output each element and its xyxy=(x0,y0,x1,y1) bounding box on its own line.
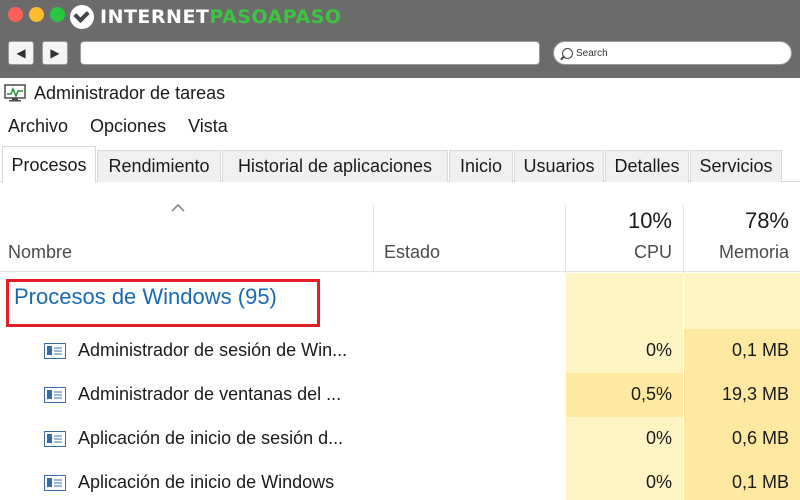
browser-chrome: INTERNETPASOAPASO ◀ ▶ xyxy=(0,0,800,78)
close-window-icon[interactable] xyxy=(8,7,23,22)
forward-button[interactable]: ▶ xyxy=(42,41,68,65)
brand-word-white: INTERNET xyxy=(100,6,210,28)
tab-detalles[interactable]: Detalles xyxy=(605,150,689,182)
table-row[interactable]: Administrador de ventanas del ... 0,5% 1… xyxy=(0,373,800,417)
column-header-cpu[interactable]: CPU xyxy=(566,242,672,263)
tab-historial[interactable]: Historial de aplicaciones xyxy=(222,150,448,182)
menu-bar: Archivo Opciones Vista xyxy=(0,113,242,139)
process-memory: 0,1 MB xyxy=(731,340,789,360)
process-cpu: 0% xyxy=(645,472,672,492)
process-window-icon xyxy=(44,475,66,491)
process-cpu: 0% xyxy=(645,428,672,448)
search-input[interactable] xyxy=(576,47,766,59)
check-logo-icon xyxy=(70,5,94,29)
browser-search-box[interactable] xyxy=(553,41,792,65)
sort-ascending-icon[interactable] xyxy=(170,203,186,213)
address-bar[interactable] xyxy=(80,41,540,65)
process-window-icon xyxy=(44,387,66,403)
tab-procesos[interactable]: Procesos xyxy=(2,146,96,183)
window-title: Administrador de tareas xyxy=(34,82,226,103)
browser-titlebar: INTERNETPASOAPASO xyxy=(0,0,800,34)
browser-navbar: ◀ ▶ xyxy=(0,36,800,70)
maximize-window-icon[interactable] xyxy=(50,7,65,22)
process-name: Aplicación de inicio de sesión d... xyxy=(78,428,344,448)
process-window-icon xyxy=(44,343,66,359)
tab-servicios[interactable]: Servicios xyxy=(690,150,782,182)
column-divider[interactable] xyxy=(373,205,374,273)
column-header-nombre[interactable]: Nombre xyxy=(8,242,72,263)
process-memory: 0,6 MB xyxy=(731,428,789,448)
process-memory: 19,3 MB xyxy=(721,384,789,404)
process-cpu: 0% xyxy=(645,340,672,360)
process-name: Administrador de sesión de Win... xyxy=(78,340,348,360)
process-cpu: 0,5% xyxy=(630,384,672,404)
cpu-total-percent[interactable]: 10% xyxy=(566,208,672,234)
site-brand: INTERNETPASOAPASO xyxy=(70,5,342,29)
tab-rendimiento[interactable]: Rendimiento xyxy=(97,150,221,182)
menu-archivo[interactable]: Archivo xyxy=(8,116,68,137)
column-header-estado[interactable]: Estado xyxy=(384,242,440,263)
column-header-memoria[interactable]: Memoria xyxy=(684,242,789,263)
memory-total-percent[interactable]: 78% xyxy=(684,208,789,234)
table-row[interactable]: Aplicación de inicio de sesión d... 0% 0… xyxy=(0,417,800,461)
app-titlebar: Administrador de tareas xyxy=(0,80,225,106)
tab-inicio[interactable]: Inicio xyxy=(449,150,513,182)
task-manager-icon xyxy=(4,84,26,102)
table-row[interactable]: Aplicación de inicio de Windows 0% 0,1 M… xyxy=(0,461,800,500)
process-memory: 0,1 MB xyxy=(731,472,789,492)
highlight-box xyxy=(6,279,320,327)
brand-word-green: PASOAPASO xyxy=(209,6,342,28)
menu-vista[interactable]: Vista xyxy=(188,116,228,137)
back-button[interactable]: ◀ xyxy=(8,41,34,65)
process-window-icon xyxy=(44,431,66,447)
process-name: Aplicación de inicio de Windows xyxy=(78,472,335,492)
search-icon xyxy=(562,47,573,59)
tab-usuarios[interactable]: Usuarios xyxy=(514,150,604,182)
table-row[interactable]: Administrador de sesión de Win... 0% 0,1… xyxy=(0,329,800,373)
menu-opciones[interactable]: Opciones xyxy=(90,116,166,137)
process-name: Administrador de ventanas del ... xyxy=(78,384,342,404)
minimize-window-icon[interactable] xyxy=(29,7,44,22)
brand-wordmark: INTERNETPASOAPASO xyxy=(100,6,342,28)
tab-bar: Procesos Rendimiento Historial de aplica… xyxy=(0,146,800,183)
